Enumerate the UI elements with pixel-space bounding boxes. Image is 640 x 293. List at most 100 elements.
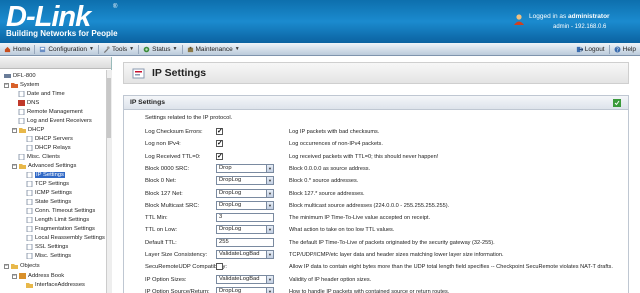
tree-node-dhcp-servers[interactable]: DHCP Servers (26, 135, 73, 143)
page-icon (26, 145, 33, 151)
menu-home[interactable]: Home (0, 43, 34, 56)
layer-size-consistency-select[interactable]: ValidateLogBad ▼ (216, 250, 274, 259)
chevron-down-icon: ▼ (129, 46, 135, 52)
tree-node-log-and-event-receivers[interactable]: Log and Event Receivers (18, 117, 92, 125)
navigation-tree: DFL-800 − System Date and Time DNS Remote… (0, 57, 112, 293)
collapse-icon[interactable]: − (4, 82, 9, 88)
tree-node-dns[interactable]: DNS (18, 99, 39, 107)
ttl-min-input[interactable]: 3 (216, 213, 274, 223)
tree-node-conn-timeout-settings[interactable]: Conn. Timeout Settings (26, 207, 95, 215)
collapse-icon[interactable]: − (12, 127, 17, 133)
setting-control: ValidateLogBad ▼ (216, 249, 274, 259)
setting-label: Block 127 Net: (145, 190, 183, 197)
setting-label: Log Checksum Errors: (145, 129, 203, 135)
setting-label: Log Received TTL=0: (145, 153, 201, 160)
address-book-icon (19, 273, 26, 279)
registered-mark: ® (113, 4, 118, 10)
tree-node-misc-settings[interactable]: Misc. Settings (26, 252, 71, 260)
tree-node-misc-clients[interactable]: Misc. Clients (18, 153, 60, 161)
tree-node-advanced-settings[interactable]: − Advanced Settings (12, 162, 76, 170)
chevron-down-icon[interactable]: ▼ (266, 226, 273, 234)
menu-status[interactable]: Status ▼ (139, 43, 181, 56)
help-button[interactable]: ? Help (610, 43, 640, 56)
chevron-down-icon[interactable]: ▼ (266, 177, 273, 185)
logout-button[interactable]: Logout (572, 43, 609, 56)
collapse-icon[interactable]: − (12, 163, 17, 169)
tree-node-state-settings[interactable]: State Settings (26, 198, 71, 206)
login-username: administrator (568, 13, 610, 20)
default-ttl-input[interactable]: 255 (216, 237, 274, 247)
log-checksum-errors-checkbox[interactable]: ✓ (216, 128, 223, 135)
tree-node-date-and-time[interactable]: Date and Time (18, 90, 65, 98)
setting-description: Log received packets with TTL=0; this sh… (289, 153, 439, 160)
setting-control (216, 261, 223, 271)
setting-description: TCP/UDP/ICMP/etc layer data and header s… (289, 252, 504, 258)
block-0-net-select[interactable]: DropLog ▼ (216, 176, 274, 186)
chevron-down-icon[interactable]: ▼ (266, 201, 273, 209)
ip-option-sizes-select[interactable]: ValidateLogBad ▼ (216, 274, 274, 284)
tree-node-tcp-settings[interactable]: TCP Settings (26, 180, 69, 188)
block-0000-src-select[interactable]: Drop ▼ (216, 163, 274, 173)
block-multicast-src-select[interactable]: DropLog ▼ (216, 200, 274, 210)
log-non-ipv4-checkbox[interactable]: ✓ (216, 140, 223, 148)
folder-icon (11, 264, 18, 269)
menu-maintenance[interactable]: Maintenance ▼ (183, 43, 244, 56)
settings-panel: IP Settings Settings related to the IP p… (123, 95, 629, 293)
select-value: Drop (219, 164, 232, 171)
select-value: DropLog (219, 201, 242, 208)
setting-label: TTL on Low: (145, 227, 178, 234)
help-icon: ? (614, 46, 621, 53)
select-value: DropLog (219, 226, 242, 233)
help-icon[interactable] (613, 99, 621, 107)
setting-control: ✓ (216, 126, 223, 135)
chevron-down-icon[interactable]: ▼ (266, 164, 273, 172)
tools-icon (103, 45, 110, 53)
dns-icon (18, 100, 25, 106)
collapse-icon[interactable]: − (4, 263, 9, 269)
setting-label: Block Multicast SRC: (145, 202, 200, 209)
tree-scrollbar-thumb[interactable] (107, 78, 111, 138)
setting-row-layer-size-consistency: Layer Size Consistency: ValidateLogBad ▼ TC… (124, 249, 628, 261)
chevron-down-icon[interactable]: ▼ (266, 189, 273, 197)
tree-node-remote-management[interactable]: Remote Management (18, 108, 83, 116)
tree-node-ssl-settings[interactable]: SSL Settings (26, 243, 68, 251)
tree-node-interface-addresses[interactable]: InterfaceAddresses (26, 281, 85, 289)
menu-tools[interactable]: Tools ▼ (99, 43, 138, 56)
ttl-on-low-select[interactable]: DropLog ▼ (216, 225, 274, 235)
setting-description: The minimum IP Time-To-Live value accept… (289, 215, 431, 222)
setting-description: Block 0.* source addresses. (289, 178, 359, 185)
tree-node-objects[interactable]: − Objects (4, 262, 40, 270)
securemoteudp-compatibility-checkbox[interactable] (216, 263, 223, 271)
tree-node-fragmentation-settings[interactable]: Fragmentation Settings (26, 225, 95, 233)
login-address: admin - 192.168.0.6 (553, 24, 607, 30)
tree-node-local-reassembly-settings[interactable]: Local Reassembly Settings (26, 234, 105, 242)
setting-control: DropLog ▼ (216, 286, 274, 293)
block-127-net-select[interactable]: DropLog ▼ (216, 188, 274, 198)
setting-row-log-checksum-errors: Log Checksum Errors: ✓ Log IP packets with… (124, 126, 628, 138)
menu-configuration[interactable]: Configuration ▼ (35, 43, 98, 56)
settings-page-icon (26, 199, 33, 205)
setting-label: Log non IPv4: (145, 141, 181, 148)
log-received-ttl-0-checkbox[interactable]: ✓ (216, 152, 223, 160)
tree-node-ip-settings[interactable]: IP Settings (26, 171, 65, 179)
tree-node-dfl-800[interactable]: DFL-800 (4, 72, 36, 80)
tree-node-dhcp[interactable]: − DHCP (12, 126, 44, 134)
setting-control: ValidateLogBad ▼ (216, 274, 274, 284)
tree-node-icmp-settings[interactable]: ICMP Settings (26, 189, 72, 197)
setting-row-securemoteudp-compatibility: SecuRemoteUDP Compatibility: Allow IP dat… (124, 261, 628, 273)
tree-node-address-book[interactable]: − Address Book (12, 272, 64, 280)
setting-description: Block 0.0.0.0 as source address. (289, 165, 371, 172)
select-value: DropLog (219, 287, 242, 293)
tree-node-length-limit-settings[interactable]: Length Limit Settings (26, 216, 89, 224)
ip-option-source-return-select[interactable]: DropLog ▼ (216, 286, 274, 293)
home-icon (4, 46, 11, 52)
setting-row-log-non-ipv4: Log non IPv4: ✓ Log occurrences of non-IPv… (124, 138, 628, 150)
chevron-down-icon[interactable]: ▼ (266, 251, 273, 258)
collapse-icon[interactable]: − (12, 273, 17, 279)
page-icon (18, 109, 25, 115)
select-value: DropLog (219, 189, 242, 196)
tree-node-system[interactable]: − System (4, 81, 39, 89)
chevron-down-icon[interactable]: ▼ (266, 287, 273, 293)
tree-node-dhcp-relays[interactable]: DHCP Relays (26, 144, 71, 152)
chevron-down-icon[interactable]: ▼ (266, 275, 273, 283)
